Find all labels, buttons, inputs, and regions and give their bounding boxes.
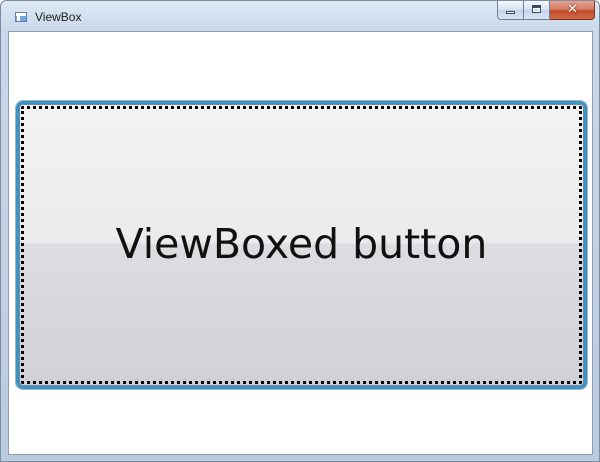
maximize-icon: [532, 5, 541, 13]
minimize-button[interactable]: [497, 1, 524, 20]
minimize-icon: [506, 11, 515, 14]
window-client-area: ViewBoxed button: [8, 31, 593, 455]
app-window-icon[interactable]: [15, 12, 27, 22]
close-button[interactable]: ✕: [550, 1, 595, 20]
viewboxed-button-label: ViewBoxed button: [115, 220, 488, 268]
app-window: ViewBox ✕ ViewBoxed button: [0, 0, 600, 462]
caption-buttons: ✕: [497, 1, 595, 21]
maximize-button[interactable]: [524, 1, 550, 20]
viewboxed-button[interactable]: ViewBoxed button: [16, 101, 587, 389]
close-icon: ✕: [567, 2, 578, 17]
window-title: ViewBox: [35, 10, 82, 24]
title-bar[interactable]: ViewBox ✕: [1, 1, 599, 31]
